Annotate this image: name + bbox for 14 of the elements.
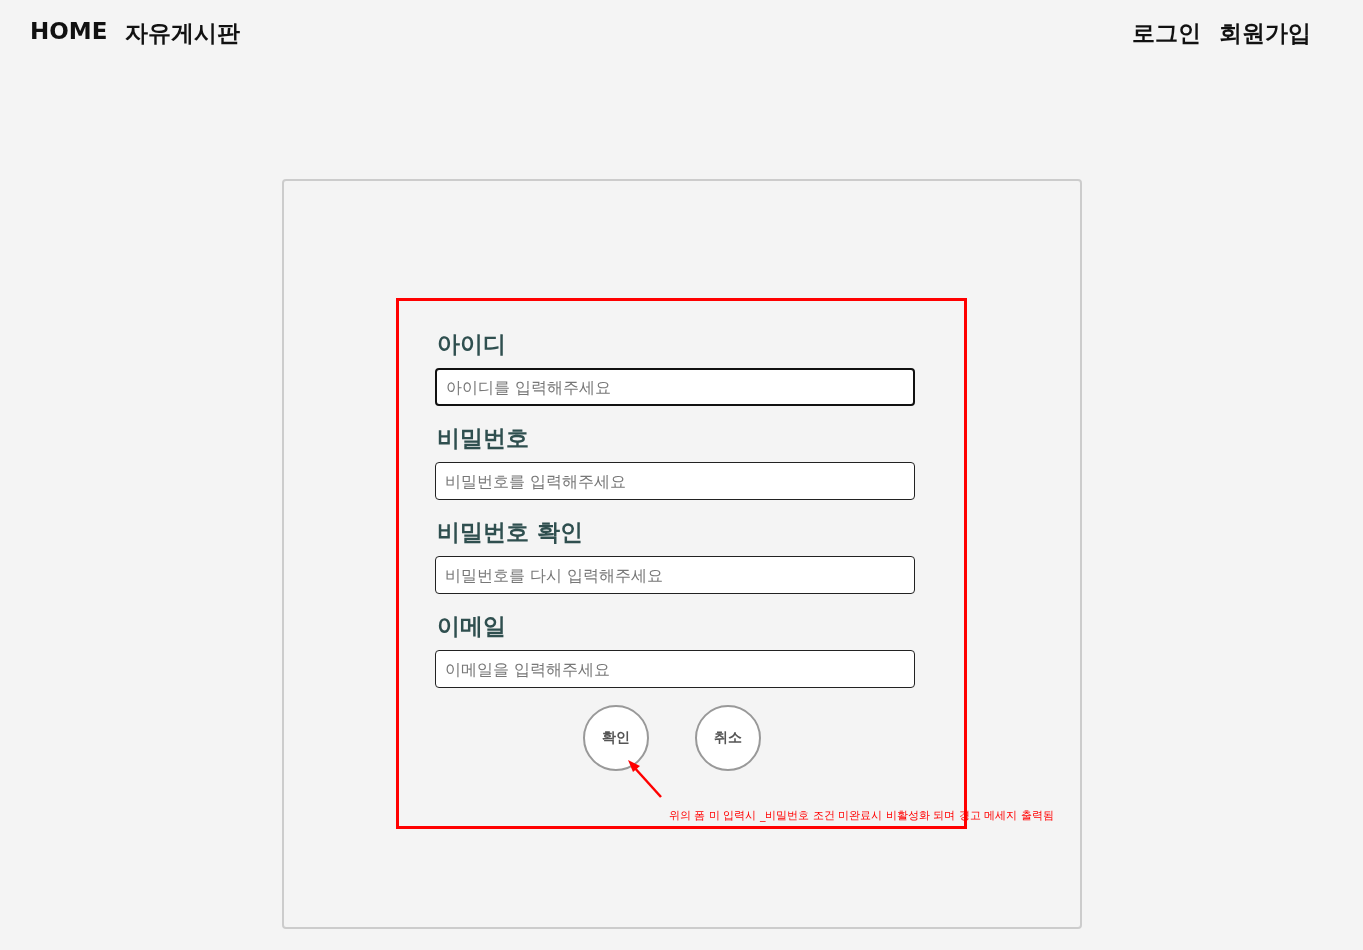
field-label: 비밀번호 (437, 424, 530, 453)
field-label: 비밀번호 확인 (437, 518, 584, 547)
nav-link[interactable]: HOME (30, 17, 108, 49)
input-field[interactable]: 아이디를 입력해주세요 (435, 368, 915, 406)
field-label: 아이디 (437, 330, 507, 359)
nav-link[interactable]: 로그인 (1132, 17, 1201, 49)
nav-link[interactable]: 자유게시판 (125, 17, 241, 49)
input-field[interactable]: 비밀번호를 다시 입력해주세요 (435, 556, 915, 594)
input-field[interactable]: 비밀번호를 입력해주세요 (435, 462, 915, 500)
input-field[interactable]: 이메일을 입력해주세요 (435, 650, 915, 688)
nav-link[interactable]: 회원가입 (1219, 17, 1311, 49)
cancel-button[interactable]: 취소 (695, 705, 761, 771)
field-label: 이메일 (437, 612, 507, 641)
confirm-button[interactable]: 확인 (583, 705, 649, 771)
